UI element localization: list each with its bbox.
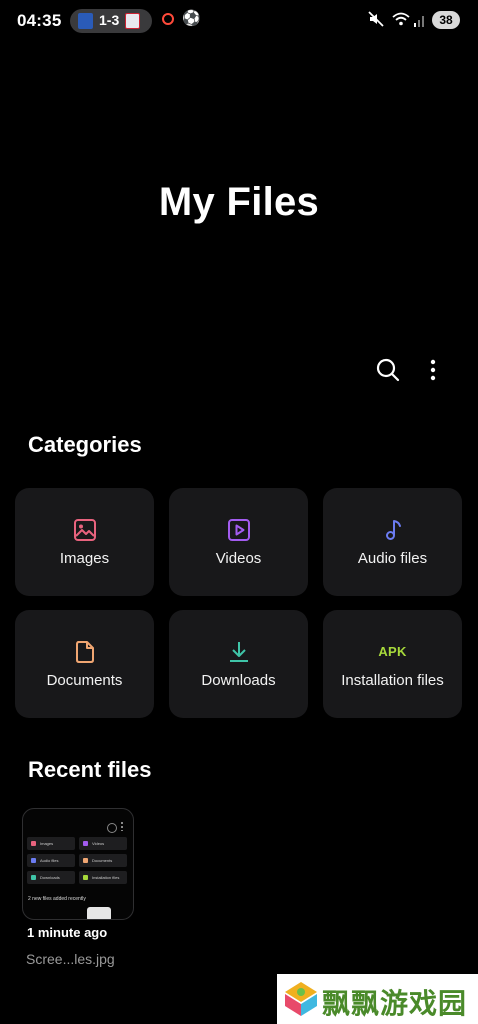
apk-icon: APK — [378, 644, 407, 659]
watermark-text: 飘飘游戏园 — [322, 988, 468, 1019]
category-installation-files[interactable]: APK Installation files — [323, 610, 462, 718]
wifi-icon — [392, 12, 410, 26]
clock: 04:35 — [17, 11, 62, 30]
away-team-badge-icon — [125, 13, 140, 29]
watermark-logo-icon — [285, 982, 317, 1016]
status-bar: 04:35 1-3 ⚽ 38 — [0, 0, 478, 40]
category-videos[interactable]: Videos — [169, 488, 308, 596]
category-label: Audio files — [357, 550, 428, 567]
thumbnail-tile: Audio files — [27, 854, 75, 867]
category-images[interactable]: Images — [15, 488, 154, 596]
document-icon — [76, 641, 94, 663]
thumbnail-tile: Documents — [79, 854, 127, 867]
thumbnail-preview-block — [87, 907, 111, 919]
signal-icon — [414, 16, 424, 27]
recent-file-thumbnail[interactable]: Images Videos Audio files Documents Down… — [22, 808, 134, 920]
image-icon — [74, 519, 96, 541]
battery-indicator: 38 — [432, 11, 460, 29]
category-documents[interactable]: Documents — [15, 610, 154, 718]
mute-icon — [368, 11, 384, 27]
category-label: Installation files — [341, 672, 444, 689]
search-icon[interactable] — [373, 355, 403, 385]
recent-file-time: 1 minute ago — [27, 925, 108, 940]
thumbnail-tile: Installation files — [79, 871, 127, 884]
categories-heading: Categories — [28, 432, 142, 457]
thumbnail-search-icon — [107, 823, 117, 833]
music-note-icon — [386, 520, 401, 540]
video-icon — [228, 519, 250, 541]
football-icon: ⚽ — [182, 10, 201, 27]
thumbnail-banner: 2 new files added recently — [28, 896, 86, 902]
thumbnail-tile: Images — [27, 837, 75, 850]
thumbnail-tile: Videos — [79, 837, 127, 850]
category-label: Images — [59, 550, 110, 567]
more-options-icon[interactable] — [418, 355, 448, 385]
page-title: My Files — [158, 180, 320, 224]
home-team-badge-icon — [78, 13, 93, 29]
my-files-screen: 04:35 1-3 ⚽ 38 My Files Categories Image… — [0, 0, 478, 1024]
category-label: Videos — [215, 550, 262, 567]
watermark: 飘飘游戏园 — [277, 974, 478, 1024]
thumbnail-more-icon — [121, 822, 123, 831]
category-label: Documents — [46, 672, 123, 689]
live-score-pill[interactable]: 1-3 — [70, 9, 152, 33]
notification-ring-icon — [162, 13, 174, 25]
recent-files-heading: Recent files — [28, 757, 152, 782]
category-downloads[interactable]: Downloads — [169, 610, 308, 718]
download-icon — [230, 642, 248, 662]
category-audio-files[interactable]: Audio files — [323, 488, 462, 596]
score-text: 1-3 — [99, 12, 120, 28]
recent-file-name[interactable]: Scree...les.jpg — [26, 951, 115, 967]
thumbnail-tile: Downloads — [27, 871, 75, 884]
category-label: Downloads — [201, 672, 276, 689]
